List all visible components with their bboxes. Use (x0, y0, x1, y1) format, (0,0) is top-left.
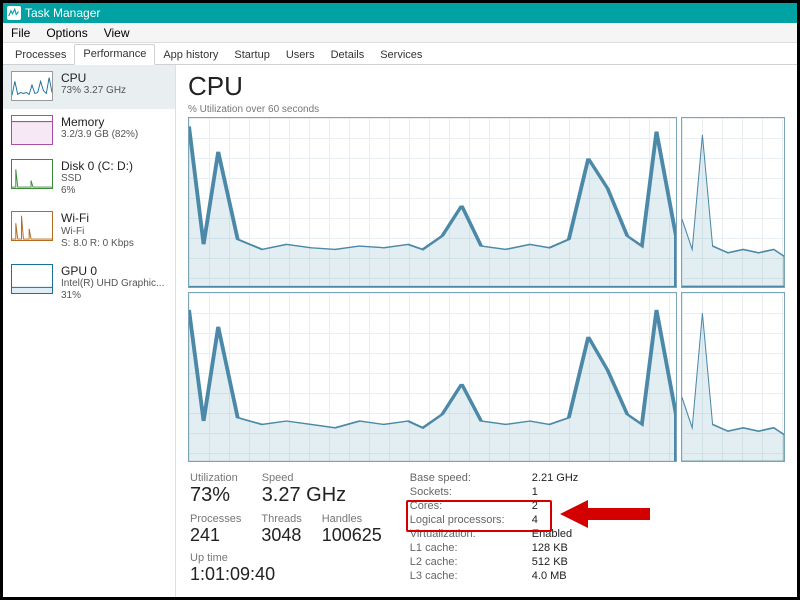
sidebar-item-disk[interactable]: Disk 0 (C: D:) SSD 6% (3, 153, 175, 205)
sidebar-memory-sub: 3.2/3.9 GB (82%) (61, 129, 138, 141)
tab-processes[interactable]: Processes (7, 46, 74, 65)
sidebar-item-memory[interactable]: Memory 3.2/3.9 GB (82%) (3, 109, 175, 153)
window-titlebar: Task Manager (3, 3, 797, 23)
utilization-value: 73% (190, 484, 238, 507)
menu-options[interactable]: Options (38, 24, 95, 42)
sidebar-cpu-sub: 73% 3.27 GHz (61, 85, 126, 97)
wifi-thumb-icon (11, 211, 53, 241)
main-area: CPU 73% 3.27 GHz Memory 3.2/3.9 GB (82%)… (3, 65, 797, 597)
handles-label: Handles (322, 513, 382, 525)
disk-thumb-icon (11, 159, 53, 189)
tab-performance[interactable]: Performance (74, 44, 155, 65)
memory-thumb-icon (11, 115, 53, 145)
uptime-value: 1:01:09:40 (190, 564, 382, 585)
l3-cache-value: 4.0 MB (532, 570, 578, 582)
speed-value: 3.27 GHz (262, 484, 346, 507)
cpu-chart-4 (681, 292, 785, 463)
tab-users[interactable]: Users (278, 46, 323, 65)
tab-services[interactable]: Services (372, 46, 430, 65)
sidebar-cpu-title: CPU (61, 71, 126, 85)
processes-value: 241 (190, 525, 241, 546)
menubar: File Options View (3, 23, 797, 43)
handles-value: 100625 (322, 525, 382, 546)
sockets-label: Sockets: (410, 486, 520, 498)
base-speed-value: 2.21 GHz (532, 472, 578, 484)
app-icon (7, 6, 21, 20)
sidebar-gpu-sub1: Intel(R) UHD Graphic... (61, 278, 164, 290)
sidebar-wifi-title: Wi-Fi (61, 211, 134, 225)
tab-row: Processes Performance App history Startu… (3, 43, 797, 65)
cpu-chart-3 (188, 292, 677, 463)
l2-cache-value: 512 KB (532, 556, 578, 568)
stats-area: Utilization 73% Speed 3.27 GHz Processes… (188, 462, 785, 593)
sidebar-wifi-sub1: Wi-Fi (61, 226, 134, 238)
cpu-thumb-icon (11, 71, 53, 101)
sockets-value: 1 (532, 486, 578, 498)
sidebar-disk-sub1: SSD (61, 173, 133, 185)
threads-label: Threads (261, 513, 301, 525)
processes-label: Processes (190, 513, 241, 525)
chart-axis-label: % Utilization over 60 seconds (188, 104, 785, 115)
speed-label: Speed (262, 472, 346, 484)
menu-view[interactable]: View (96, 24, 138, 42)
l3-cache-label: L3 cache: (410, 570, 520, 582)
uptime-label: Up time (190, 552, 382, 564)
sidebar-item-gpu[interactable]: GPU 0 Intel(R) UHD Graphic... 31% (3, 258, 175, 310)
tab-details[interactable]: Details (323, 46, 373, 65)
sidebar-disk-title: Disk 0 (C: D:) (61, 159, 133, 173)
base-speed-label: Base speed: (410, 472, 520, 484)
page-title: CPU (188, 71, 785, 102)
l2-cache-label: L2 cache: (410, 556, 520, 568)
sidebar-memory-title: Memory (61, 115, 138, 129)
sidebar-wifi-sub2: S: 8.0 R: 0 Kbps (61, 238, 134, 250)
arrow-icon (560, 498, 650, 530)
cpu-chart-2 (681, 117, 785, 288)
sidebar-gpu-title: GPU 0 (61, 264, 164, 278)
menu-file[interactable]: File (3, 24, 38, 42)
sidebar-disk-sub2: 6% (61, 185, 133, 197)
highlight-box (406, 500, 552, 532)
tab-startup[interactable]: Startup (226, 46, 277, 65)
sidebar-item-wifi[interactable]: Wi-Fi Wi-Fi S: 8.0 R: 0 Kbps (3, 205, 175, 257)
sidebar-item-cpu[interactable]: CPU 73% 3.27 GHz (3, 65, 175, 109)
cpu-chart-grid (188, 117, 785, 462)
gpu-thumb-icon (11, 264, 53, 294)
l1-cache-label: L1 cache: (410, 542, 520, 554)
l1-cache-value: 128 KB (532, 542, 578, 554)
sidebar-gpu-sub2: 31% (61, 290, 164, 302)
tab-app-history[interactable]: App history (155, 46, 226, 65)
threads-value: 3048 (261, 525, 301, 546)
content-pane: CPU % Utilization over 60 seconds (176, 65, 797, 597)
utilization-label: Utilization (190, 472, 238, 484)
sidebar: CPU 73% 3.27 GHz Memory 3.2/3.9 GB (82%)… (3, 65, 176, 597)
window-title: Task Manager (25, 6, 100, 20)
cpu-chart-1 (188, 117, 677, 288)
